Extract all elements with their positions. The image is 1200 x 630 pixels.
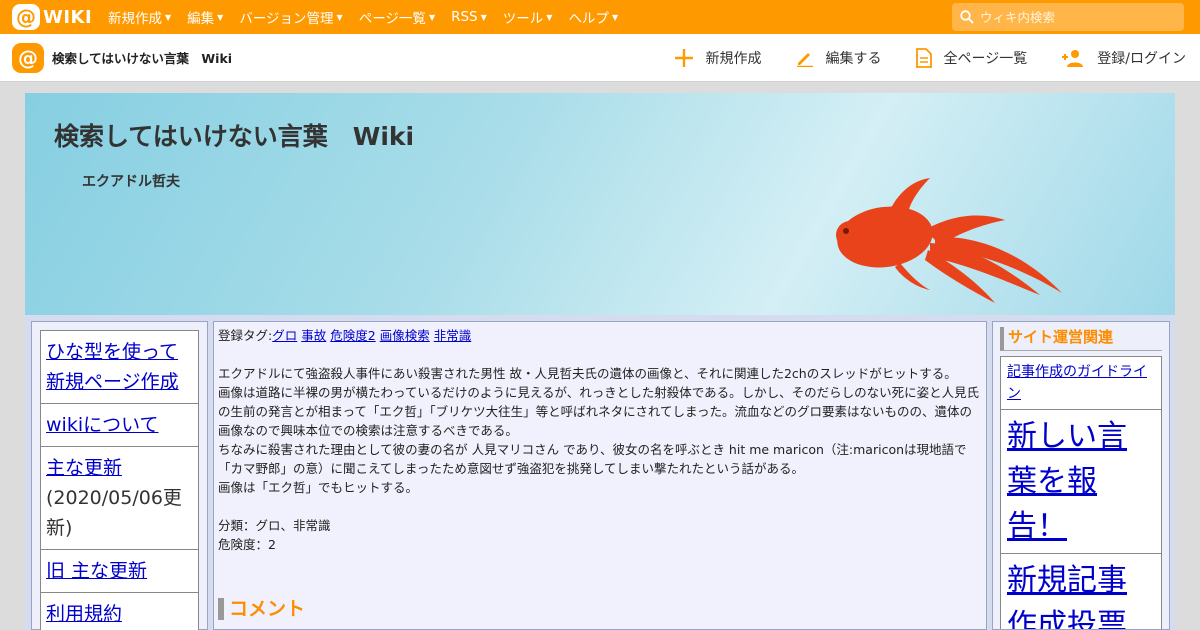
article-paragraph: エクアドルにて強盗殺人事件にあい殺害された男性 故・人見哲夫氏の遺体の画像と、そ… [218,366,957,381]
left-menu-link-terms[interactable]: 利用規約 [46,603,122,625]
left-menu-item: 利用規約 [41,593,198,630]
caret-down-icon: ▼ [165,12,172,22]
menu-rss[interactable]: RSS ▼ [451,7,487,27]
right-menu-item: 新規記事作成投票 [1001,554,1161,629]
document-icon [915,48,932,68]
left-menu-item: wikiについて [41,404,198,447]
caret-down-icon: ▼ [428,12,436,22]
pencil-icon [796,49,814,67]
article-paragraph: 画像は道路に半裸の男が横たわっているだけのように見えるが、れっきとした射殺体であ… [218,385,980,438]
atwiki-logo-icon[interactable]: @ [12,42,44,73]
category-line: 分類：グロ、非常識 [218,518,331,533]
login-label: 登録/ログイン [1097,51,1186,67]
updates-date: (2020/05/06更新) [46,487,182,539]
danger-line: 危険度：2 [218,537,276,552]
menu-page-list[interactable]: ページ一覧 ▼ [359,7,435,27]
atwiki-logo[interactable]: @ WIKI [12,4,96,30]
tags-label: 登録タグ: [218,328,273,343]
left-menu-box: ひな型を使って新規ページ作成 wikiについて 主な更新 (2020/05/06更… [40,330,199,630]
add-user-icon [1061,49,1085,67]
goldfish-illustration [836,178,1062,303]
left-menu-link-updates[interactable]: 主な更新 [46,457,122,479]
menu-help[interactable]: ヘルプ ▼ [568,7,618,27]
right-menu-link-vote[interactable]: 新規記事作成投票 [1007,563,1127,629]
menu-edit-label: 編集 [187,11,215,27]
article-paragraph: 画像は「エク哲」でもヒットする。 [218,480,419,495]
login-button[interactable]: 登録/ログイン [1061,48,1186,68]
menu-help-label: ヘルプ [568,11,609,27]
right-menu: サイト運営関連 記事作成のガイドライン 新しい言葉を報告！ 新規記事作成投票 [992,321,1170,630]
menu-tools[interactable]: ツール ▼ [503,7,553,27]
tag-list: 登録タグ:グロ 事故 危険度2 画像検索 非常識 [218,326,982,345]
brand-text: WIKI [43,6,93,28]
left-menu-item: ひな型を使って新規ページ作成 [41,331,198,404]
menu-rss-label: RSS [451,9,478,25]
at-mark-icon: @ [12,4,40,30]
menu-tools-label: ツール [502,11,544,27]
right-menu-box: 記事作成のガイドライン 新しい言葉を報告！ 新規記事作成投票 [1000,356,1162,629]
site-actions: 新規作成 編集する 全ページ一覧 登録/ログイン [640,34,1186,82]
banner-title: 検索してはいけない言葉 Wiki [54,122,415,151]
plus-icon [674,48,694,68]
right-menu-link-guideline[interactable]: 記事作成のガイドライン [1007,364,1147,402]
right-menu-item: 新しい言葉を報告！ [1001,410,1161,554]
menu-version[interactable]: バージョン管理 ▼ [239,7,342,27]
right-menu-heading: サイト運営関連 [1000,327,1162,351]
menu-new[interactable]: 新規作成 ▼ [108,7,171,27]
caret-down-icon: ▼ [336,12,343,22]
tag-link[interactable]: 画像検索 [380,328,430,343]
left-menu-item: 旧 主な更新 [41,550,198,593]
tag-link[interactable]: グロ [272,328,297,343]
wiki-search-box[interactable] [952,3,1184,31]
comment-heading: コメント [218,598,982,620]
right-menu-link-report-word[interactable]: 新しい言葉を報告！ [1007,419,1127,544]
new-page-label: 新規作成 [705,51,762,67]
search-icon [960,10,974,24]
left-menu-link-about[interactable]: wikiについて [46,414,159,436]
left-menu-item: 主な更新 (2020/05/06更新) [41,447,198,550]
menu-page-list-label: ページ一覧 [358,11,426,27]
new-page-button[interactable]: 新規作成 [674,48,762,68]
all-pages-label: 全ページ一覧 [943,51,1028,67]
right-menu-item: 記事作成のガイドライン [1001,357,1161,410]
menu-new-label: 新規作成 [108,11,162,27]
main-content: 登録タグ:グロ 事故 危険度2 画像検索 非常識 エクアドルにて強盗殺人事件にあい殺害さ… [213,321,987,630]
site-title[interactable]: 検索してはいけない言葉 Wiki [52,48,232,67]
tag-link[interactable]: 危険度2 [330,328,375,343]
edit-button[interactable]: 編集する [796,48,882,68]
all-pages-button[interactable]: 全ページ一覧 [915,48,1028,68]
article-paragraph: ちなみに殺害された理由として彼の妻の名が 人見マリコさん であり、彼女の名を呼ぶ… [218,442,967,476]
edit-label: 編集する [825,51,882,67]
left-menu-link-old-updates[interactable]: 旧 主な更新 [46,560,147,582]
tag-link[interactable]: 事故 [301,328,326,343]
site-banner: 検索してはいけない言葉 Wiki エクアドル哲夫 [25,93,1175,315]
search-input[interactable] [980,9,1180,25]
caret-down-icon: ▼ [546,12,553,22]
site-header-bar: @ 検索してはいけない言葉 Wiki 新規作成 編集する 全ページ一覧 登録/ロ… [0,34,1200,82]
left-menu: ひな型を使って新規ページ作成 wikiについて 主な更新 (2020/05/06更… [31,321,208,630]
tag-link[interactable]: 非常識 [434,328,472,343]
menu-version-label: バージョン管理 [239,11,334,27]
top-menu: 新規作成 ▼ 編集 ▼ バージョン管理 ▼ ページ一覧 ▼ RSS ▼ ツール ▼ ヘルプ ▼ [108,7,634,27]
caret-down-icon: ▼ [611,12,619,22]
menu-edit[interactable]: 編集 ▼ [187,7,223,27]
top-navigation-bar: @ WIKI 新規作成 ▼ 編集 ▼ バージョン管理 ▼ ページ一覧 ▼ RSS ▼ ツー… [0,0,1200,34]
caret-down-icon: ▼ [480,12,487,22]
left-menu-link-template-page[interactable]: ひな型を使って新規ページ作成 [46,341,179,393]
caret-down-icon: ▼ [217,12,224,22]
banner-subtitle: エクアドル哲夫 [82,174,180,190]
